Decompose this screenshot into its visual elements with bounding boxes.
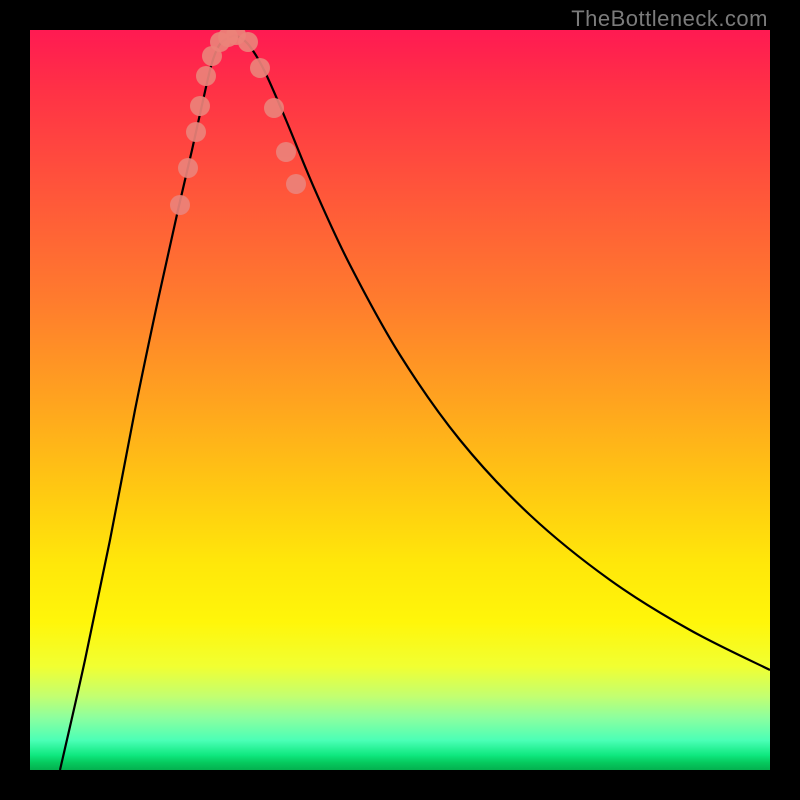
chart-stage: TheBottleneck.com [0,0,800,800]
plot-area [30,30,770,770]
watermark-text: TheBottleneck.com [571,6,768,32]
